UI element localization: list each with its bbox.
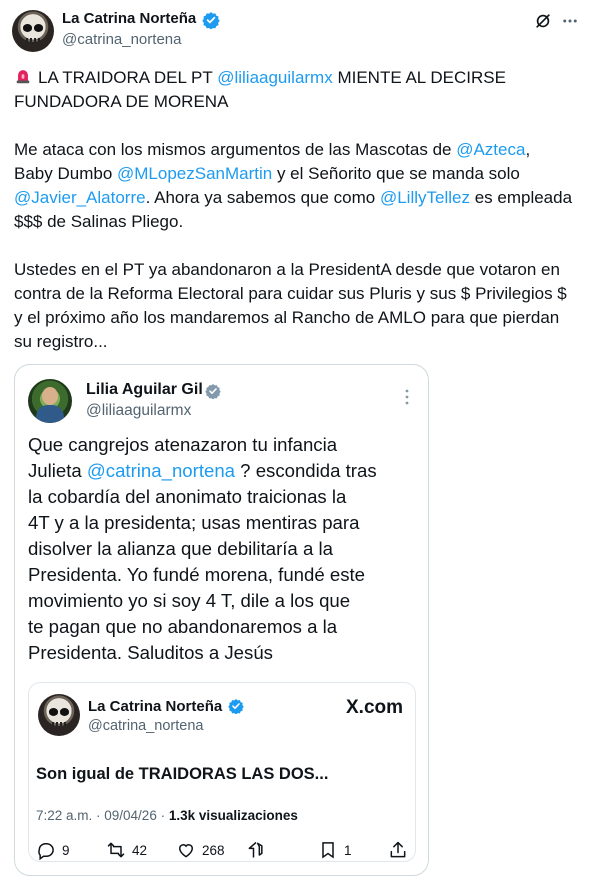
verified-icon <box>228 699 244 714</box>
post-line: Me ataca con los mismos argumentos de la… <box>14 138 584 162</box>
xcom-logo: X.com <box>346 697 404 718</box>
post-line: @Javier_Alatorre. Ahora ya sabemos que c… <box>14 186 584 210</box>
mention-link[interactable]: @liliaaguilarmx <box>217 68 333 87</box>
like-button[interactable]: 268 <box>176 840 225 860</box>
repost-icon <box>107 842 125 858</box>
quote-text-segment: Julieta <box>28 460 87 481</box>
post-line: LA TRAIDORA DEL PT @liliaaguilarmx MIENT… <box>14 66 584 90</box>
repost-button[interactable]: 42 <box>106 840 147 860</box>
share-button[interactable] <box>388 840 408 860</box>
post-text-segment: LA TRAIDORA DEL PT <box>38 68 218 87</box>
quoted-post-text: Que cangrejos atenazaron tu infancia Jul… <box>28 432 408 666</box>
more-icon[interactable] <box>561 12 579 30</box>
embedded-author-avatar[interactable] <box>38 694 80 736</box>
quote-text-segment: ? escondida tras <box>235 460 377 481</box>
post-text-segment: . Ahora ya sabemos que como <box>145 188 380 207</box>
views-count: 1.3k <box>168 808 196 823</box>
embedded-post-text: Son igual de TRAIDORAS LAS DOS... <box>36 765 329 783</box>
alert-light-icon <box>16 70 30 84</box>
post-line: y el próximo año los mandaremos al Ranch… <box>14 308 560 327</box>
embedded-post-meta: 7:22 a.m. · 09/04/26 · 1.3k visualizacio… <box>36 808 298 823</box>
avatar-eye <box>33 24 44 32</box>
reply-icon <box>38 843 54 860</box>
post-line: Ustedes en el PT ya abandonaron a la Pre… <box>14 260 560 279</box>
quote-line: 4T y a la presidenta; usas mentiras para <box>28 512 360 533</box>
quote-line: te pagan que no abandonaremos a la <box>28 616 338 637</box>
reply-count: 9 <box>62 842 70 858</box>
verified-icon <box>205 384 221 399</box>
avatar-mouth <box>52 721 66 726</box>
post-line: $$$ de Salinas Pliego. <box>14 212 184 231</box>
quote-line: Julieta @catrina_nortena ? escondida tra… <box>28 458 408 484</box>
post-text-segment: y el Señorito que se manda solo <box>272 164 520 183</box>
timestamp: 7:22 a.m. · 09/04/26 · <box>36 808 169 823</box>
avatar-eye <box>22 24 33 32</box>
like-icon <box>178 844 194 858</box>
post-body: LA TRAIDORA DEL PT @liliaaguilarmx MIENT… <box>14 66 584 354</box>
post-text-segment: , <box>525 140 531 159</box>
mention-link[interactable]: @catrina_nortena <box>87 460 235 481</box>
avatar-eye <box>59 708 70 716</box>
mention-link[interactable]: @Javier_Alatorre <box>14 188 146 207</box>
mention-link[interactable]: @Azteca <box>456 140 525 159</box>
avatar-eye <box>48 708 59 716</box>
author-handle[interactable]: @catrina_nortena <box>62 31 181 48</box>
avatar-figure <box>42 387 58 405</box>
quote-line: disolver la alianza que debilitaría a la <box>28 538 333 559</box>
more-vertical-icon[interactable] <box>400 388 414 406</box>
post-line: FUNDADORA DE MORENA <box>14 92 229 111</box>
repost-count: 42 <box>132 842 148 858</box>
author-avatar[interactable] <box>12 10 54 52</box>
post-line: su registro... <box>14 332 108 351</box>
quote-author-handle[interactable]: @liliaaguilarmx <box>86 402 191 420</box>
post-text-segment: Baby Dumbo <box>14 164 117 183</box>
quote-line: Que cangrejos atenazaron tu infancia <box>28 434 338 455</box>
bookmark-count: 1 <box>344 842 352 858</box>
views-button[interactable] <box>246 840 266 860</box>
post-text-segment: MIENTE AL DECIRSE <box>332 68 506 87</box>
post-text-segment: es empleada <box>469 188 573 207</box>
like-count: 268 <box>202 842 225 858</box>
quote-author-name[interactable]: Lilia Aguilar Gil <box>86 381 203 399</box>
quote-line: la cobardía del anonimato traicionas la <box>28 486 347 507</box>
embedded-author-handle[interactable]: @catrina_nortena <box>88 718 203 734</box>
views-label: visualizaciones <box>195 808 298 823</box>
embedded-author-name[interactable]: La Catrina Norteña <box>88 698 222 715</box>
bookmark-icon <box>322 842 334 859</box>
quote-author-avatar[interactable] <box>28 379 72 423</box>
bookmark-button[interactable]: 1 <box>318 840 352 860</box>
post-text-segment: Me ataca con los mismos argumentos de la… <box>14 140 457 159</box>
avatar-figure <box>36 405 64 423</box>
verified-icon <box>202 12 220 29</box>
quote-line: Presidenta. Saluditos a Jesús <box>28 642 273 663</box>
author-name[interactable]: La Catrina Norteña <box>62 10 196 27</box>
reply-button[interactable]: 9 <box>36 840 70 860</box>
post-line: contra de la Reforma Electoral para cuid… <box>14 284 567 303</box>
share-icon <box>390 841 406 858</box>
quote-line: movimiento yo si soy 4 T, dile a los que <box>28 590 351 611</box>
grok-icon[interactable] <box>533 11 553 31</box>
quote-line: Presidenta. Yo fundé morena, fundé este <box>28 564 366 585</box>
post-line: Baby Dumbo @MLopezSanMartin y el Señorit… <box>14 162 584 186</box>
views-icon <box>248 841 263 858</box>
mention-link[interactable]: @MLopezSanMartin <box>117 164 272 183</box>
avatar-mouth <box>26 37 40 42</box>
mention-link[interactable]: @LillyTellez <box>380 188 470 207</box>
